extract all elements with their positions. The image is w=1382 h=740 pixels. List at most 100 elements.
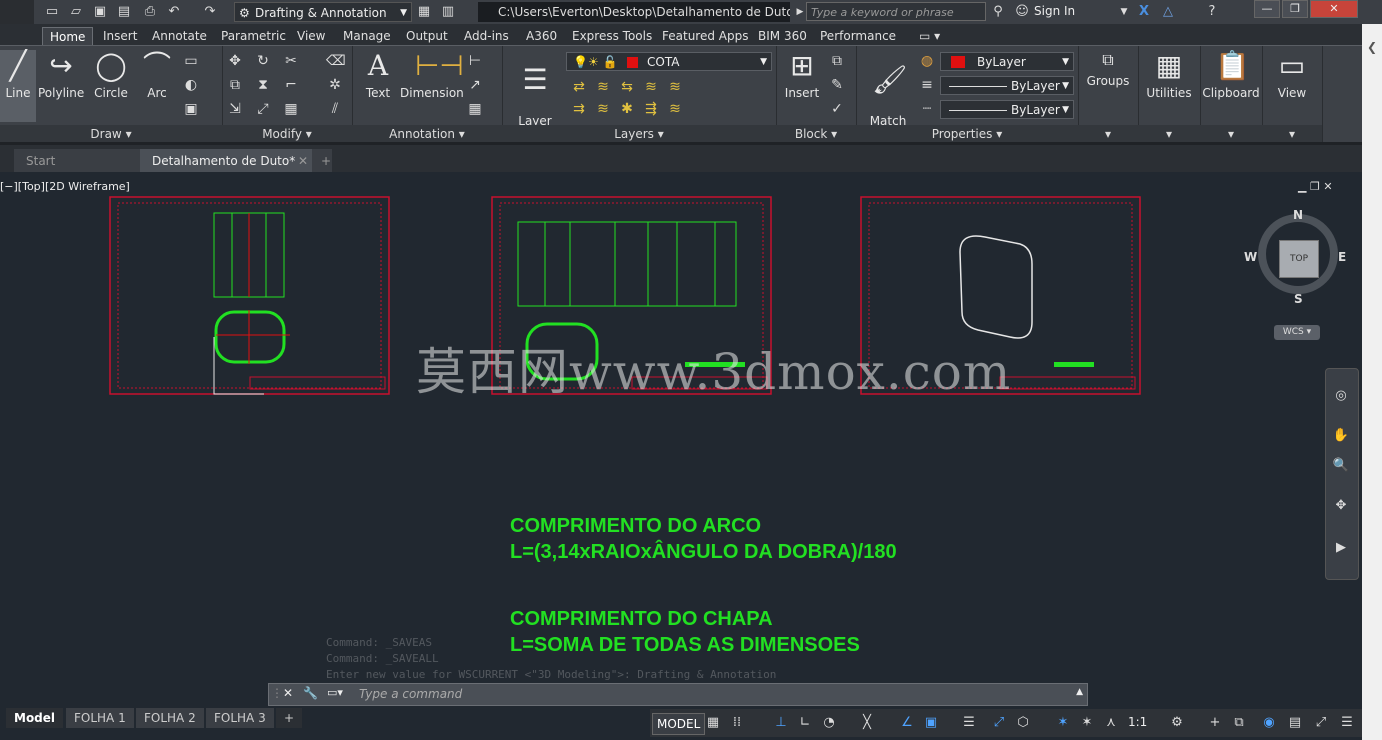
color-dropdown[interactable]: ByLayer ▼ — [940, 52, 1074, 71]
workspace-switch-icon[interactable]: ⚙ — [1168, 714, 1186, 732]
tab-insert[interactable]: Insert — [96, 27, 144, 45]
layer-tool-icon[interactable]: ⇆ — [618, 78, 636, 96]
clipboard-dropdown[interactable]: ▾ — [1200, 125, 1262, 143]
ribbon-options-button[interactable]: ▭ ▾ — [912, 27, 947, 45]
object-snap-icon[interactable]: ▣ — [922, 714, 940, 732]
copy-icon[interactable]: ⧉ — [226, 76, 244, 94]
isolate-objects-icon[interactable]: ⧉ — [1230, 714, 1248, 732]
new-icon[interactable]: ▭ — [44, 4, 60, 20]
linetype-dropdown[interactable]: ByLayer ▼ — [940, 76, 1074, 95]
viewcube-top-face[interactable]: TOP — [1279, 240, 1319, 278]
compass-east[interactable]: E — [1338, 250, 1346, 264]
edit-block-icon[interactable]: ✎ — [828, 76, 846, 94]
wcs-menu[interactable]: WCS ▾ — [1274, 325, 1320, 340]
compass-north[interactable]: N — [1293, 208, 1303, 222]
redo-icon[interactable]: ↷ — [202, 4, 218, 20]
block-panel-title[interactable]: Block ▾ — [776, 125, 856, 143]
command-input[interactable]: Type a command — [359, 686, 1059, 703]
annotation-scale-value[interactable]: 1:1 — [1128, 715, 1147, 729]
binoculars-icon[interactable]: ⚲ — [990, 4, 1006, 20]
chevron-down-icon[interactable]: ▼ — [1116, 4, 1132, 20]
layer-tool-icon[interactable]: ≋ — [594, 78, 612, 96]
save-icon[interactable]: ▣ — [92, 4, 108, 20]
add-layout-button[interactable]: + — [276, 708, 303, 728]
properties-panel-title[interactable]: Properties ▾ — [856, 125, 1078, 143]
tab-featured-apps[interactable]: Featured Apps — [655, 27, 755, 45]
layers-panel-title[interactable]: Layers ▾ — [502, 125, 776, 143]
layer-tool-icon[interactable]: ≋ — [666, 78, 684, 96]
tab-performance[interactable]: Performance — [813, 27, 903, 45]
move-icon[interactable]: ✥ — [226, 52, 244, 70]
add-icon[interactable]: + — [1206, 714, 1224, 732]
tab-home[interactable]: Home — [42, 27, 94, 46]
compass-south[interactable]: S — [1294, 292, 1303, 306]
tab-model[interactable]: Model — [6, 708, 64, 728]
app-menu-button[interactable] — [0, 0, 34, 24]
annotation-panel-title[interactable]: Annotation ▾ — [352, 125, 502, 143]
erase-icon[interactable]: ⌫ — [326, 52, 346, 70]
share-icon[interactable]: ▦ — [416, 4, 432, 20]
rotate-icon[interactable]: ↻ — [254, 52, 272, 70]
tab-annotate[interactable]: Annotate — [145, 27, 214, 45]
annotation-scale-icon[interactable]: ⋏ — [1102, 714, 1120, 732]
tab-view[interactable]: View — [290, 27, 332, 45]
close-tab-icon[interactable]: ✕ — [298, 149, 308, 173]
restore-button[interactable]: ❐ — [1282, 0, 1308, 18]
close-button[interactable]: ✕ — [1310, 0, 1358, 18]
isodraft-icon[interactable]: ╳ — [858, 714, 876, 732]
leader-icon[interactable]: ↗ — [466, 76, 484, 94]
layer-tool-icon[interactable]: ≋ — [594, 100, 612, 118]
wrench-icon[interactable]: 🔧 — [303, 686, 318, 700]
snap-icon[interactable]: ⁞⁞ — [728, 714, 746, 732]
tab-bim-360[interactable]: BIM 360 — [751, 27, 814, 45]
circle-button[interactable]: ◯ Circle — [90, 50, 132, 101]
open-icon[interactable]: ▱ — [68, 4, 84, 20]
showmotion-icon[interactable]: ▶ — [1332, 539, 1350, 557]
steering-wheel-icon[interactable]: ◎ — [1332, 387, 1350, 405]
a360-icon[interactable]: △ — [1160, 4, 1176, 20]
groups-dropdown[interactable]: ▾ — [1078, 125, 1138, 143]
text-button[interactable]: A Text — [360, 50, 396, 101]
linear-dim-icon[interactable]: ⊢ — [466, 52, 484, 70]
tab-start[interactable]: Start — [14, 149, 150, 173]
draw-panel-title[interactable]: Draw ▾ — [0, 125, 222, 143]
hardware-acceleration-icon[interactable]: ◉ — [1260, 714, 1278, 732]
scale-icon[interactable]: ⤢ — [254, 100, 272, 118]
line-button[interactable]: ╱ Line — [0, 50, 36, 122]
help-icon[interactable]: ? — [1204, 4, 1220, 20]
exchange-apps-icon[interactable]: X — [1136, 4, 1152, 20]
annotation-visibility-icon[interactable]: ✶ — [1054, 714, 1072, 732]
lineweight-icon[interactable]: ☰ — [960, 714, 978, 732]
tab-folha-3[interactable]: FOLHA 3 — [206, 708, 274, 728]
stretch-icon[interactable]: ⇲ — [226, 100, 244, 118]
array-icon[interactable]: ▦ — [282, 100, 300, 118]
annotation-autoscale-icon[interactable]: ✶ — [1078, 714, 1096, 732]
groups-button[interactable]: ⧉ Groups — [1082, 50, 1134, 88]
model-space-button[interactable]: MODEL — [652, 713, 706, 735]
modify-panel-title[interactable]: Modify ▾ — [222, 125, 352, 143]
hatch-icon[interactable]: ◐ — [182, 76, 200, 94]
chevron-up-icon[interactable]: ▲ — [1076, 687, 1083, 697]
create-block-icon[interactable]: ⧉ — [828, 52, 846, 70]
sign-in-link[interactable]: Sign In — [1034, 4, 1075, 18]
layer-tool-icon[interactable]: ✱ — [618, 100, 636, 118]
save-as-icon[interactable]: ▤ — [116, 4, 132, 20]
clipboard-button[interactable]: 📋 Clipboard — [1200, 50, 1262, 101]
trim-icon[interactable]: ✂ — [282, 52, 300, 70]
tab-document[interactable]: Detalhamento de Duto* ✕ — [140, 149, 316, 173]
layer-tool-icon[interactable]: ⇶ — [642, 100, 660, 118]
orbit-icon[interactable]: ✥ — [1332, 497, 1350, 515]
tab-folha-1[interactable]: FOLHA 1 — [66, 708, 134, 728]
undo-icon[interactable]: ↶ — [166, 4, 182, 20]
utilities-button[interactable]: ▦ Utilities — [1140, 50, 1198, 101]
layers-icon[interactable]: ▥ — [440, 4, 456, 20]
ortho-icon[interactable]: ∟ — [796, 714, 814, 732]
arc-button[interactable]: ⌒ Arc — [138, 50, 176, 101]
selection-cycling-icon[interactable]: ⬡ — [1014, 714, 1032, 732]
layer-tool-icon[interactable]: ≋ — [666, 100, 684, 118]
pan-icon[interactable]: ✋ — [1332, 427, 1350, 445]
fillet-icon[interactable]: ⌐ — [282, 76, 300, 94]
polar-icon[interactable]: ◔ — [820, 714, 838, 732]
infer-constraints-icon[interactable]: ⊥ — [772, 714, 790, 732]
attribute-icon[interactable]: ✓ — [828, 100, 846, 118]
